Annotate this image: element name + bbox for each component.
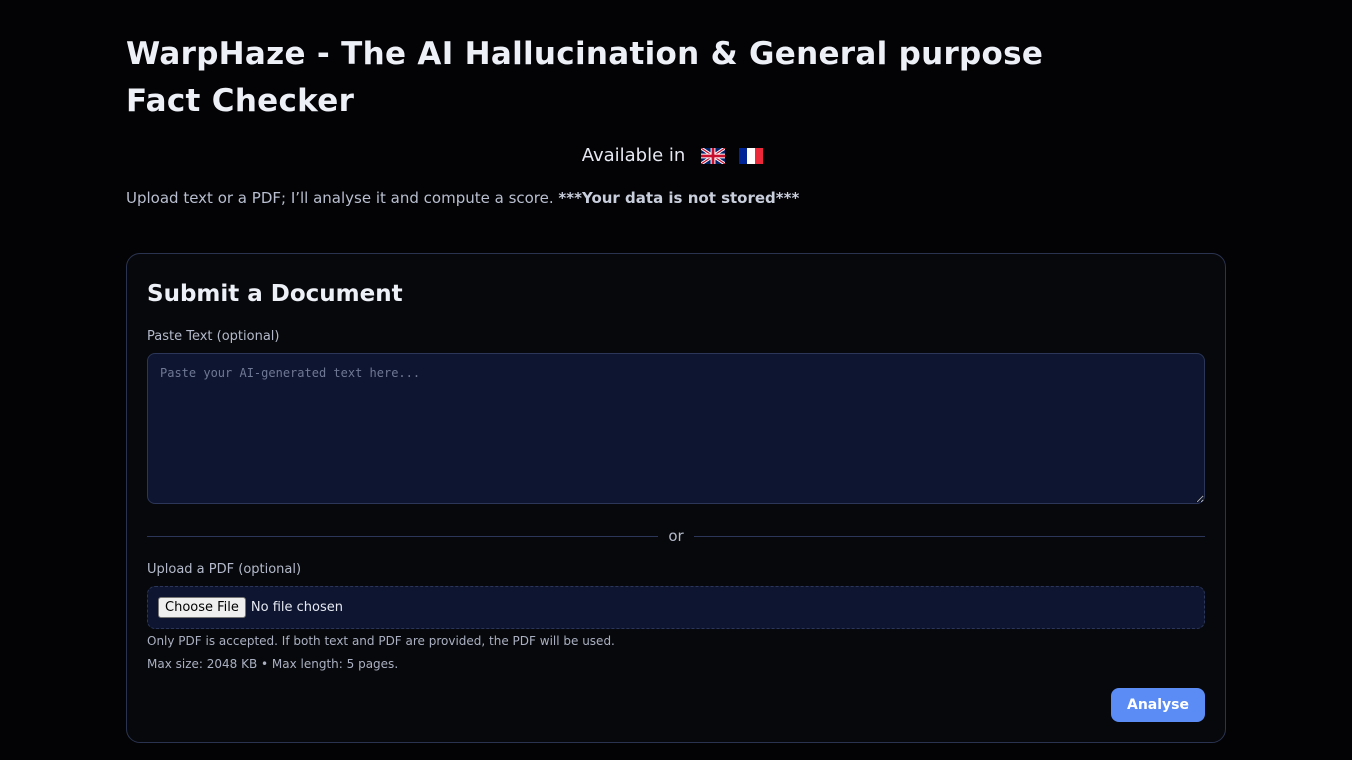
pdf-help-text: Only PDF is accepted. If both text and P… xyxy=(147,634,615,648)
divider-text: or xyxy=(668,527,684,545)
text-input[interactable] xyxy=(147,353,1205,504)
or-divider: or xyxy=(147,525,1206,547)
page-title: WarpHaze - The AI Hallucination & Genera… xyxy=(126,36,1044,119)
pdf-field-label: Upload a PDF (optional) xyxy=(147,562,302,577)
intro-text: Upload text or a PDF; I’ll analyse it an… xyxy=(126,189,799,207)
language-availability: Available in xyxy=(126,145,1226,166)
uk-flag-icon[interactable] xyxy=(701,147,726,164)
divider-line-left xyxy=(147,535,659,537)
submit-card: Submit a Document Paste Text (optional) … xyxy=(126,253,1226,743)
pdf-upload-field[interactable]: Choose File No file chosen xyxy=(147,586,1205,629)
limits-help-text: Max size: 2048 KB • Max length: 5 pages. xyxy=(147,657,399,671)
intro-description: Upload text or a PDF; I’ll analyse it an… xyxy=(126,189,559,207)
analyse-button[interactable]: Analyse xyxy=(1110,688,1205,722)
available-label: Available in xyxy=(581,145,686,166)
card-title: Submit a Document xyxy=(147,281,403,307)
privacy-notice: ***Your data is not stored*** xyxy=(558,189,800,207)
text-field-label: Paste Text (optional) xyxy=(147,329,280,344)
file-status: No file chosen xyxy=(250,600,343,615)
france-flag-icon[interactable] xyxy=(739,147,764,164)
divider-line-right xyxy=(693,535,1206,537)
choose-file-button[interactable]: Choose File xyxy=(158,597,246,618)
